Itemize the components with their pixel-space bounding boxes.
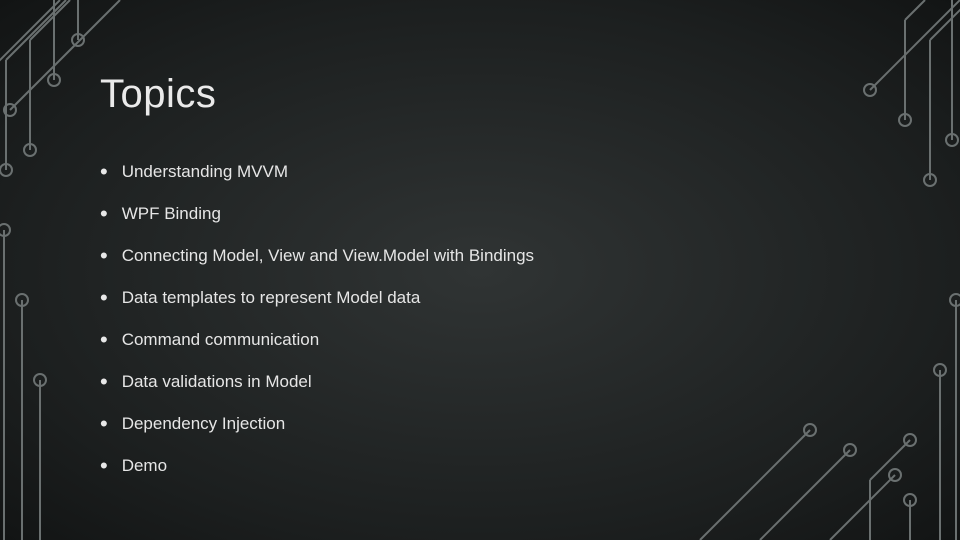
bullet-icon: • <box>100 455 108 477</box>
list-item: • WPF Binding <box>100 203 900 225</box>
list-item-text: Demo <box>122 456 167 476</box>
slide-title: Topics <box>100 72 900 117</box>
list-item-text: Dependency Injection <box>122 414 286 434</box>
list-item-text: Command communication <box>122 330 319 350</box>
list-item-text: Understanding MVVM <box>122 162 288 182</box>
list-item-text: Data validations in Model <box>122 372 312 392</box>
list-item-text: WPF Binding <box>122 204 221 224</box>
list-item-text: Data templates to represent Model data <box>122 288 421 308</box>
list-item: • Dependency Injection <box>100 413 900 435</box>
list-item: • Understanding MVVM <box>100 161 900 183</box>
list-item: • Demo <box>100 455 900 477</box>
list-item: • Command communication <box>100 329 900 351</box>
bullet-icon: • <box>100 329 108 351</box>
bullet-icon: • <box>100 413 108 435</box>
content-area: Topics • Understanding MVVM • WPF Bindin… <box>100 72 900 497</box>
bullet-icon: • <box>100 371 108 393</box>
list-item: • Data validations in Model <box>100 371 900 393</box>
bullet-icon: • <box>100 161 108 183</box>
list-item: • Connecting Model, View and View.Model … <box>100 245 900 267</box>
bullet-icon: • <box>100 245 108 267</box>
list-item: • Data templates to represent Model data <box>100 287 900 309</box>
list-item-text: Connecting Model, View and View.Model wi… <box>122 246 534 266</box>
bullet-list: • Understanding MVVM • WPF Binding • Con… <box>100 161 900 477</box>
slide: Topics • Understanding MVVM • WPF Bindin… <box>0 0 960 540</box>
bullet-icon: • <box>100 287 108 309</box>
bullet-icon: • <box>100 203 108 225</box>
